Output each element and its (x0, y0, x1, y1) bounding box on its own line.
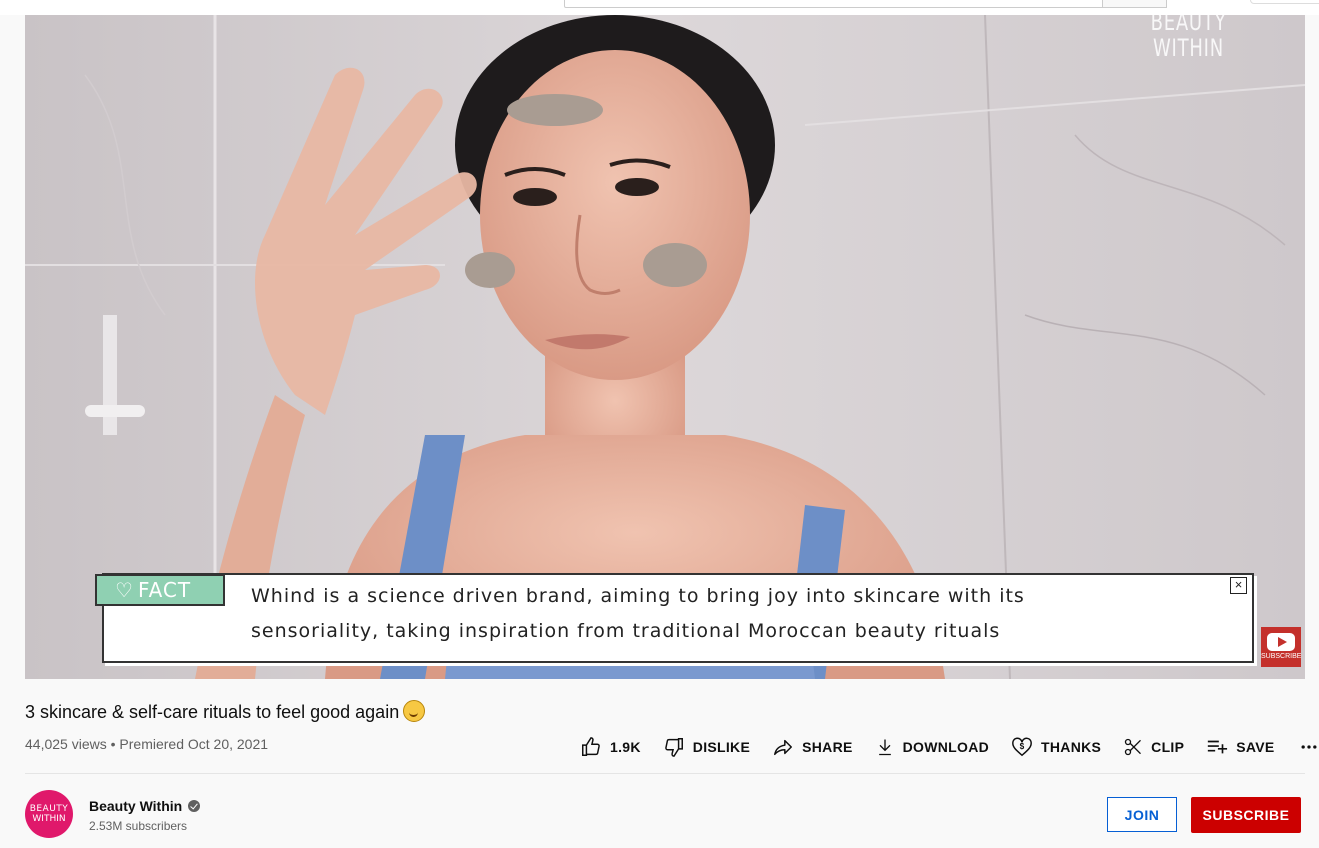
more-actions-button[interactable] (1299, 737, 1319, 757)
download-label: DOWNLOAD (902, 739, 990, 755)
join-button[interactable]: JOIN (1107, 797, 1177, 832)
premiere-date: Premiered Oct 20, 2021 (119, 736, 269, 752)
clip-button[interactable]: CLIP (1123, 737, 1184, 757)
thumbs-up-icon (582, 737, 600, 756)
like-count: 1.9K (610, 739, 641, 755)
clip-label: CLIP (1151, 739, 1185, 755)
avatar-text-1: BEAUTY (29, 804, 69, 814)
playlist-add-icon (1208, 740, 1228, 754)
close-icon[interactable]: × (1230, 577, 1247, 594)
search-button[interactable] (1102, 0, 1167, 8)
video-title-text: 3 skincare & self-care rituals to feel g… (25, 702, 400, 722)
heart-icon: ♡ (115, 578, 134, 602)
scissors-icon (1124, 738, 1142, 756)
more-horizontal-icon (1301, 745, 1317, 749)
channel-name[interactable]: Beauty Within (89, 798, 201, 814)
channel-name-text[interactable]: Beauty Within (89, 798, 182, 814)
subscribe-watermark-badge[interactable]: SUBSCRIBE (1261, 627, 1301, 667)
youtube-play-icon (1267, 633, 1295, 651)
search-input[interactable] (564, 0, 1104, 8)
watermark-line-1: BEAUTY (1150, 15, 1227, 36)
view-count: 44,025 views (25, 736, 107, 752)
svg-text:$: $ (1020, 742, 1025, 751)
meta-separator: • (110, 736, 116, 752)
subscribe-button[interactable]: SUBSCRIBE (1191, 797, 1301, 833)
account-area[interactable] (1250, 0, 1319, 4)
fact-line-1: Whind is a science driven brand, aiming … (251, 585, 1025, 607)
dislike-label: DISLIKE (692, 739, 751, 755)
action-bar: 1.9K DISLIKE SHARE DOWNLOAD $ THANKS CLI… (580, 733, 1319, 761)
video-meta: 44,025 views • Premiered Oct 20, 2021 (25, 736, 268, 752)
share-icon (774, 739, 793, 756)
like-button[interactable]: 1.9K (580, 736, 641, 758)
smiling-face-emoji-icon (403, 700, 426, 722)
subscriber-count: 2.53M subscribers (89, 819, 188, 833)
super-thanks-heart-icon: $ (1012, 737, 1032, 757)
fact-tag: ♡ FACT (95, 574, 225, 606)
thumbs-down-icon (664, 738, 683, 757)
avatar-text-2: WITHIN (32, 814, 66, 824)
fact-label: FACT (137, 578, 192, 602)
channel-avatar[interactable]: BEAUTY WITHIN (25, 790, 73, 838)
download-button[interactable]: DOWNLOAD (875, 737, 989, 757)
watermark-line-2: WITHIN (1153, 34, 1224, 62)
channel-watermark: BEAUTY WITHIN (1151, 15, 1227, 61)
verified-check-icon (188, 800, 201, 812)
thanks-button[interactable]: $ THANKS (1011, 736, 1101, 758)
masthead (0, 0, 1319, 15)
subscribe-badge-label: SUBSCRIBE (1261, 653, 1302, 660)
share-button[interactable]: SHARE (772, 736, 853, 758)
fact-line-2: sensoriality, taking inspiration from tr… (251, 620, 1001, 642)
thanks-label: THANKS (1041, 739, 1102, 755)
fact-text: Whind is a science driven brand, aiming … (251, 579, 1151, 649)
download-icon (878, 739, 891, 756)
divider (25, 773, 1305, 774)
save-button[interactable]: SAVE (1206, 736, 1274, 758)
share-label: SHARE (802, 739, 853, 755)
video-title: 3 skincare & self-care rituals to feel g… (25, 700, 426, 724)
dislike-button[interactable]: DISLIKE (663, 736, 750, 758)
video-player[interactable]: BEAUTY WITHIN ♡ FACT Whind is a science d… (25, 15, 1305, 679)
save-label: SAVE (1236, 739, 1275, 755)
